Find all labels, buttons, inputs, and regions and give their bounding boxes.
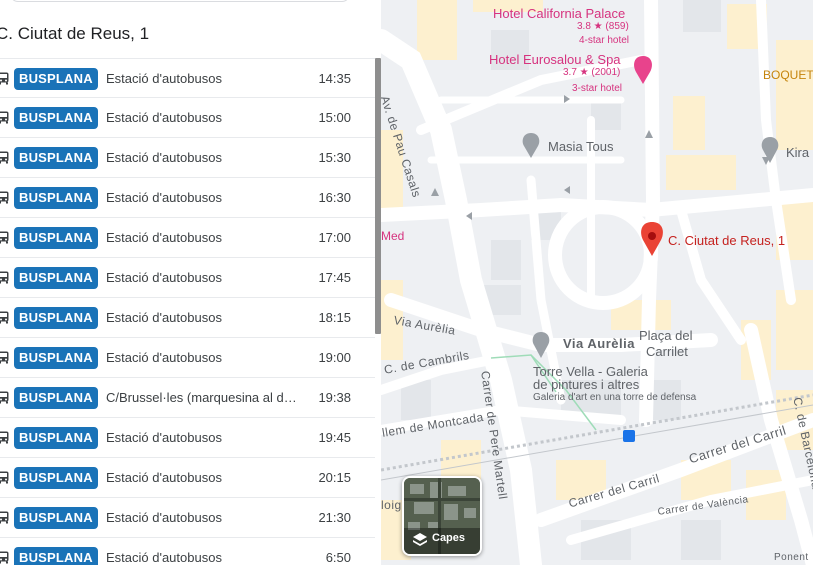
line-badge: BUSPLANA (14, 427, 98, 449)
hotel-eurosalou-rating: 3.7 ★ (2001) (563, 67, 621, 78)
line-badge: BUSPLANA (14, 68, 98, 90)
destination-label: C/Brussel·les (marquesina al d… (106, 390, 297, 405)
departure-row[interactable]: BUSPLANA Estació d'autobusos 15:00 (0, 98, 375, 138)
departure-row[interactable]: BUSPLANA C/Brussel·les (marquesina al d… 1… (0, 378, 375, 418)
destination-label: Estació d'autobusos (106, 230, 222, 245)
departure-row[interactable]: BUSPLANA Estació d'autobusos 14:35 (0, 58, 375, 98)
hotel-california-rating: 3.8 ★ (859) (577, 21, 629, 32)
departure-time: 19:45 (318, 430, 351, 445)
destination-label: Estació d'autobusos (106, 550, 222, 565)
departure-row[interactable]: BUSPLANA Estació d'autobusos 17:45 (0, 258, 375, 298)
bus-icon (0, 151, 9, 164)
line-badge: BUSPLANA (14, 147, 98, 169)
line-badge: BUSPLANA (14, 267, 98, 289)
destination-label: Estació d'autobusos (106, 430, 222, 445)
line-badge: BUSPLANA (14, 467, 98, 489)
bus-icon (0, 231, 9, 244)
departure-time: 18:15 (318, 310, 351, 325)
destination-label: Estació d'autobusos (106, 310, 222, 325)
layers-button[interactable]: Capes (402, 476, 482, 556)
destination-label: Estació d'autobusos (106, 510, 222, 525)
hotel-california-name[interactable]: Hotel California Palace (493, 6, 625, 21)
bus-icon (0, 431, 9, 444)
map-canvas[interactable]: Hotel California Palace 3.8 ★ (859) 4-st… (381, 0, 813, 565)
destination-label: Estació d'autobusos (106, 270, 222, 285)
panel-scrollbar[interactable] (375, 58, 381, 334)
departure-row[interactable]: BUSPLANA Estació d'autobusos 19:00 (0, 338, 375, 378)
line-badge: BUSPLANA (14, 307, 98, 329)
departure-time: 15:00 (318, 110, 351, 125)
departure-time: 15:30 (318, 150, 351, 165)
line-badge: BUSPLANA (14, 507, 98, 529)
bus-icon (0, 72, 9, 85)
line-badge: BUSPLANA (14, 227, 98, 249)
med-label[interactable]: Med (381, 229, 404, 243)
departure-time: 20:15 (318, 470, 351, 485)
kira-label[interactable]: Kira (786, 145, 809, 160)
departure-time: 19:00 (318, 350, 351, 365)
line-badge: BUSPLANA (14, 547, 98, 565)
departure-time: 17:45 (318, 270, 351, 285)
line-badge: BUSPLANA (14, 387, 98, 409)
departure-row[interactable]: BUSPLANA Estació d'autobusos 19:45 (0, 418, 375, 458)
hotel-california-class: 4-star hotel (579, 35, 630, 46)
destination-label: Estació d'autobusos (106, 470, 222, 485)
hotel-eurosalou-name[interactable]: Hotel Eurosalou & Spa (489, 52, 621, 67)
departure-row[interactable]: BUSPLANA Estació d'autobusos 17:00 (0, 218, 375, 258)
street-ponent: Ponent (774, 552, 809, 563)
bus-icon (0, 191, 9, 204)
bus-icon (0, 471, 9, 484)
destination-label: Estació d'autobusos (106, 350, 222, 365)
departure-time: 16:30 (318, 190, 351, 205)
bus-icon (0, 271, 9, 284)
departure-time: 21:30 (318, 510, 351, 525)
departures-list: BUSPLANA Estació d'autobusos 14:35 BUSPLANA… (0, 58, 375, 565)
departure-time: 6:50 (325, 550, 351, 565)
departure-row[interactable]: BUSPLANA Estació d'autobusos 18:15 (0, 298, 375, 338)
destination-label: Estació d'autobusos (106, 190, 222, 205)
stop-title: C. Ciutat de Reus, 1 (0, 24, 150, 43)
destination-label: Estació d'autobusos (106, 71, 222, 86)
torre-vella-sub: Galeria d'art en una torre de defensa (533, 392, 697, 403)
bus-icon (0, 111, 9, 124)
street-loig: loig (381, 498, 402, 512)
torre-vella-line2[interactable]: de pintures i altres (533, 377, 639, 392)
departure-row[interactable]: BUSPLANA Estació d'autobusos 20:15 (0, 458, 375, 498)
line-badge: BUSPLANA (14, 347, 98, 369)
bus-icon (0, 551, 9, 564)
departure-time: 14:35 (318, 71, 351, 86)
boquet-label[interactable]: BOQUET (763, 68, 813, 82)
hotel-eurosalou-class: 3-star hotel (572, 83, 623, 94)
destination-label: Estació d'autobusos (106, 150, 222, 165)
placa-carrilet-line2[interactable]: Carrilet (646, 344, 688, 359)
layers-label: Capes (432, 532, 466, 544)
masia-tous-label[interactable]: Masia Tous (548, 139, 614, 154)
line-badge: BUSPLANA (14, 107, 98, 129)
street-via-aurelia-main: Via Aurèlia (563, 336, 635, 351)
bus-icon (0, 351, 9, 364)
departure-time: 19:38 (318, 390, 351, 405)
departure-row[interactable]: BUSPLANA Estació d'autobusos 6:50 (0, 538, 375, 565)
departure-row[interactable]: BUSPLANA Estació d'autobusos 21:30 (0, 498, 375, 538)
bus-icon (0, 511, 9, 524)
departure-time: 17:00 (318, 230, 351, 245)
bus-icon (0, 311, 9, 324)
destination-label: Estació d'autobusos (106, 110, 222, 125)
line-badge: BUSPLANA (14, 187, 98, 209)
bus-icon (0, 391, 9, 404)
selected-place-label[interactable]: C. Ciutat de Reus, 1 (668, 233, 785, 248)
departure-row[interactable]: BUSPLANA Estació d'autobusos 16:30 (0, 178, 375, 218)
transit-panel: C. Ciutat de Reus, 1 BUSPLANA Estació d'a… (0, 0, 381, 565)
placa-carrilet-line1[interactable]: Plaça del (639, 328, 692, 343)
departure-row[interactable]: BUSPLANA Estació d'autobusos 15:30 (0, 138, 375, 178)
search-box-edge[interactable] (10, 0, 350, 2)
